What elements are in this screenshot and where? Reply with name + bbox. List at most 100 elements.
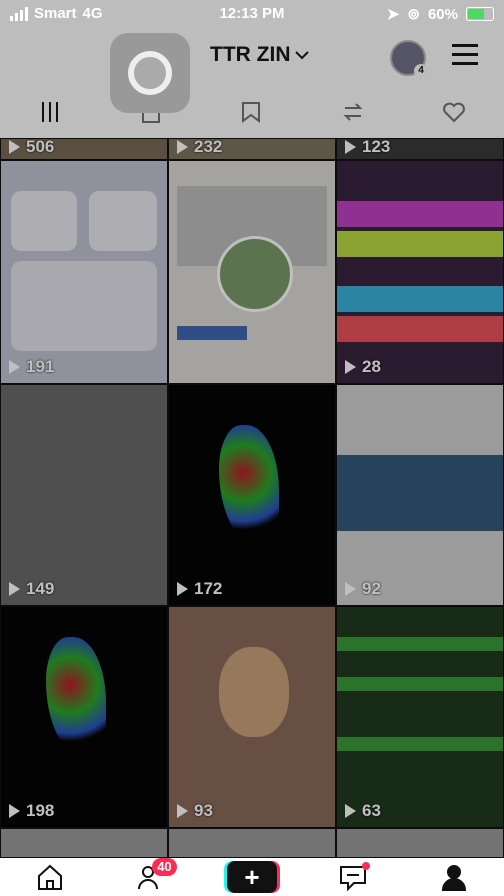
view-count-text: 506 [26, 138, 55, 156]
view-count-text: 172 [194, 579, 223, 598]
view-count: 198 [9, 801, 54, 821]
view-count-text: 149 [26, 579, 55, 598]
play-icon [177, 140, 188, 154]
video-tile[interactable]: 93 [168, 606, 336, 828]
thumb-track [337, 637, 503, 651]
account-name: TTR ZIN [210, 43, 291, 66]
thumb-track [337, 231, 503, 257]
bottom-nav: 40 + [0, 858, 504, 896]
nav-inbox[interactable] [328, 858, 378, 896]
view-count: 92 [345, 579, 381, 599]
view-count-text: 93 [194, 801, 213, 820]
view-count-text: 123 [362, 138, 391, 156]
tab-liked[interactable] [434, 92, 474, 132]
nav-home[interactable] [25, 858, 75, 896]
video-tile[interactable]: 92 [336, 384, 504, 606]
tab-favorites[interactable] [232, 92, 272, 132]
thumb-avatar [217, 236, 293, 312]
nav-friends[interactable]: 40 [126, 858, 177, 896]
thumb-track [337, 286, 503, 312]
play-icon [177, 582, 188, 596]
play-icon [9, 804, 20, 818]
video-tile[interactable]: 232 [168, 138, 336, 160]
view-count: 506 [9, 138, 55, 157]
location-icon: ➤ [386, 6, 400, 23]
play-icon [345, 582, 356, 596]
video-tile[interactable]: 63 [336, 606, 504, 828]
thumb-panel [11, 261, 157, 351]
view-count: 149 [9, 579, 54, 599]
view-count-text: 28 [362, 357, 381, 376]
avatar[interactable]: 4 [390, 40, 428, 78]
profile-tabs [0, 86, 504, 138]
grid-icon [42, 102, 59, 122]
view-count: 93 [177, 801, 213, 821]
video-grid: 506 232 123 191 28 149 172 92 198 93 63 [0, 138, 504, 858]
view-count: 172 [177, 579, 222, 599]
plus-icon: + [244, 861, 260, 892]
play-icon [345, 360, 356, 374]
video-tile[interactable]: 506 [0, 138, 168, 160]
profile-header: TTR ZIN 4 [0, 30, 504, 113]
view-count-text: 232 [194, 138, 223, 156]
video-tile[interactable]: 191 [0, 160, 168, 384]
video-tile[interactable]: 149 [0, 384, 168, 606]
thumb-smoke [46, 637, 106, 757]
play-icon [9, 582, 20, 596]
rotation-lock-icon: ⊚ [407, 6, 420, 23]
friends-badge: 40 [152, 858, 177, 876]
thumb-smoke [219, 425, 279, 545]
thumb-profile-card [177, 186, 327, 356]
create-button[interactable]: + [226, 861, 277, 893]
nav-profile[interactable] [429, 858, 479, 896]
view-count: 191 [9, 357, 54, 377]
play-icon [345, 140, 356, 154]
thumb-track [337, 316, 503, 342]
view-count: 28 [345, 357, 381, 377]
battery-percent: 60% [427, 5, 458, 23]
video-tile[interactable] [168, 160, 336, 384]
status-bar: Smart 4G 12:13 PM ➤ ⊚ 60% [0, 0, 504, 30]
play-icon [177, 804, 188, 818]
thumb-panel [11, 191, 77, 251]
status-right: ➤ ⊚ 60% [387, 5, 494, 23]
view-count-text: 191 [26, 357, 55, 376]
video-tile[interactable]: 172 [168, 384, 336, 606]
video-tile[interactable]: 198 [0, 606, 168, 828]
video-tile[interactable] [336, 828, 504, 858]
battery-icon [466, 7, 494, 21]
tab-reposts[interactable] [333, 92, 373, 132]
profile-icon [441, 865, 466, 891]
home-icon [38, 864, 63, 890]
menu-icon[interactable] [452, 44, 478, 71]
video-tile[interactable] [168, 828, 336, 858]
repost-icon [343, 103, 363, 121]
tab-videos[interactable] [30, 92, 70, 132]
play-icon [9, 360, 20, 374]
view-count-text: 63 [362, 801, 381, 820]
avatar-notif-count: 4 [414, 64, 428, 78]
video-tile[interactable]: 123 [336, 138, 504, 160]
view-count: 63 [345, 801, 381, 821]
view-count: 123 [345, 138, 391, 157]
video-tile[interactable] [0, 828, 168, 858]
thumb-panel [89, 191, 157, 251]
thumb-track [337, 677, 503, 691]
view-count: 232 [177, 138, 223, 157]
play-icon [9, 140, 20, 154]
inbox-dot [361, 862, 370, 870]
thumb-track [337, 201, 503, 227]
view-count-text: 92 [362, 579, 381, 598]
view-count-text: 198 [26, 801, 55, 820]
thumb-button [177, 326, 247, 340]
chevron-down-icon [295, 51, 310, 60]
account-switcher[interactable]: TTR ZIN [210, 43, 310, 67]
bookmark-icon [241, 102, 260, 123]
nav-create[interactable]: + [226, 858, 277, 896]
thumb-track [337, 737, 503, 751]
play-icon [345, 804, 356, 818]
thumb-face [219, 647, 289, 737]
video-tile[interactable]: 28 [336, 160, 504, 384]
assistive-touch-icon[interactable] [110, 33, 190, 113]
thumb-game [337, 455, 503, 531]
